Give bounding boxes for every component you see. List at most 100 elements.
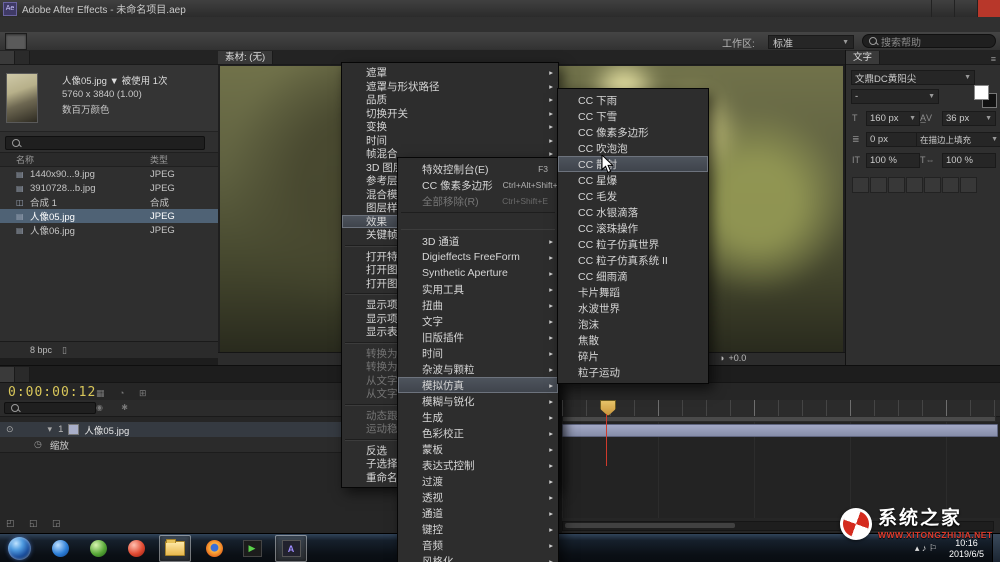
footage-tab[interactable]: 素材: (无) [218,51,274,64]
tool-button[interactable] [5,32,27,50]
workspace-dropdown[interactable]: 标准 ▼ [768,35,854,50]
project-row[interactable]: ▤ 3910728...b.jpg JPEG [0,181,218,195]
menu-item[interactable]: 品质 ▸ [342,93,558,107]
tool-button[interactable] [161,34,181,49]
menu-item[interactable]: Synthetic Aperture ▸ [398,265,558,281]
menu-item[interactable]: 粒子运动 [558,364,708,380]
menu-item[interactable]: 时间 ▸ [342,134,558,148]
type-style-button[interactable] [870,177,887,193]
project-row[interactable]: ▤ 人像05.jpg JPEG [0,209,218,223]
tool-button[interactable] [95,34,115,49]
menu-item[interactable]: 通道 ▸ [398,505,558,521]
tool-button[interactable] [51,34,71,49]
menu-item[interactable]: 色彩校正 ▸ [398,425,558,441]
project-row[interactable]: ▤ 1440x90...9.jpg JPEG [0,167,218,181]
menu-item[interactable]: 实用工具 ▸ [398,281,558,297]
menu-item[interactable]: 时间 ▸ [398,345,558,361]
layer-duration-bar[interactable] [562,424,998,437]
timeline-tab[interactable] [15,367,30,382]
character-tab[interactable]: 文字 [846,51,881,64]
project-row[interactable]: ◫ 合成 1 合成 [0,195,218,210]
menu-item[interactable]: 透视 ▸ [398,489,558,505]
menu-item[interactable]: 文字 ▸ [398,313,558,329]
menu-item[interactable]: 生成 ▸ [398,409,558,425]
taskbar-item[interactable] [159,535,191,562]
menu-item[interactable]: 杂波与颗粒 ▸ [398,361,558,377]
type-style-button[interactable] [942,177,959,193]
timeline-header-icons[interactable]: ▦ ◔ ⊞ [96,388,152,399]
show-desktop-button[interactable] [992,534,1000,562]
help-search-input[interactable]: 搜索帮助 [862,34,996,49]
menu-item[interactable]: 3D 通道 ▸ [398,233,558,249]
taskbar-item[interactable] [199,536,229,561]
fill-color-swatch[interactable] [974,85,989,100]
taskbar-item[interactable] [121,536,151,561]
tool-button[interactable] [117,34,137,49]
panel-tab[interactable] [0,51,15,64]
tool-button[interactable] [227,34,247,49]
menu-item[interactable]: 碎片 [558,348,708,364]
menu-item[interactable]: 焦散 [558,332,708,348]
menu-item[interactable]: 切换开关 ▸ [342,107,558,121]
menu-item[interactable]: CC 散射 [558,156,708,172]
timeline-search-input[interactable] [4,402,96,414]
menu-item[interactable]: 风格化 ▸ [398,553,558,562]
menu-item[interactable]: 过渡 ▸ [398,473,558,489]
tray-icons[interactable]: ▴ ♪ ⚐ [915,543,937,554]
menu-item[interactable]: CC 粒子仿真世界 [558,236,708,252]
panel-tab[interactable] [15,51,30,64]
tool-button[interactable] [205,34,225,49]
menu-item[interactable]: 特效控制台(E) F3 [398,161,558,177]
menu-item[interactable]: CC 星爆 [558,172,708,188]
menu-item[interactable]: 模拟仿真 ▸ [398,377,558,393]
exposure-control[interactable]: ◑ +0.0 [714,353,746,363]
horizontal-scale-field[interactable]: 100 % [942,153,996,168]
menu-item[interactable]: CC 下雪 [558,108,708,124]
stroke-width-field[interactable]: 0 px [866,132,920,147]
menu-item[interactable]: 蒙板 ▸ [398,441,558,457]
menu-item[interactable]: CC 吹泡泡 [558,140,708,156]
menu-item[interactable]: CC 细雨滴 [558,268,708,284]
menu-item[interactable]: 模糊与锐化 ▸ [398,393,558,409]
menu-item[interactable]: 键控 ▸ [398,521,558,537]
stopwatch-icon[interactable]: ◷ [34,439,42,450]
fill-mode-dropdown[interactable]: 在描边上填充 ▼ [916,132,1000,147]
menu-item[interactable]: CC 水银滴落 [558,204,708,220]
window-button[interactable] [931,0,954,17]
menu-item[interactable]: 泡沫 [558,316,708,332]
project-search-input[interactable] [5,136,205,150]
project-row[interactable]: ▤ 人像06.jpg JPEG [0,223,218,238]
current-time-display[interactable]: 0:00:00:12 [8,385,96,400]
expand-arrow-icon[interactable]: ▾ [48,424,53,435]
column-toggle-icons[interactable]: ◉ ✱ [96,403,136,412]
eye-icon[interactable]: ⊙ [6,424,14,435]
tool-button[interactable] [139,34,159,49]
menu-item[interactable]: 遮罩 ▸ [342,66,558,80]
taskbar-item[interactable]: ▶ [237,536,267,561]
type-style-button[interactable] [960,177,977,193]
menu-item[interactable]: 水波世界 [558,300,708,316]
taskbar-item[interactable] [83,536,113,561]
tool-button[interactable] [29,34,49,49]
menu-item[interactable]: CC 下雨 [558,92,708,108]
menu-item[interactable]: CC 粒子仿真系统 II [558,252,708,268]
timeline-footer-icons[interactable]: ◰ ◱ ◲ [6,518,67,529]
menu-item[interactable]: CC 毛发 [558,188,708,204]
menu-item[interactable]: CC 像素多边形 [558,124,708,140]
tool-button[interactable] [249,34,269,49]
type-style-button[interactable] [888,177,905,193]
type-style-button[interactable] [924,177,941,193]
taskbar-clock[interactable]: 10:16 2019/6/5 [949,538,984,560]
font-style-dropdown[interactable]: - ▼ [851,89,939,104]
menu-item[interactable]: 旧版插件 ▸ [398,329,558,345]
trash-icon[interactable]: ▯ [62,345,67,356]
menu-item[interactable]: 卡片舞蹈 [558,284,708,300]
tool-button[interactable] [73,34,93,49]
tool-button[interactable] [271,34,291,49]
menu-item[interactable]: 音频 ▸ [398,537,558,553]
menu-item[interactable]: CC 滚珠操作 [558,220,708,236]
menu-item[interactable]: 变换 ▸ [342,120,558,134]
bit-depth-button[interactable]: 8 bpc [30,345,52,355]
font-family-dropdown[interactable]: 文鼎DC黄阳尖 ▼ [851,70,975,85]
menu-item[interactable]: 扭曲 ▸ [398,297,558,313]
